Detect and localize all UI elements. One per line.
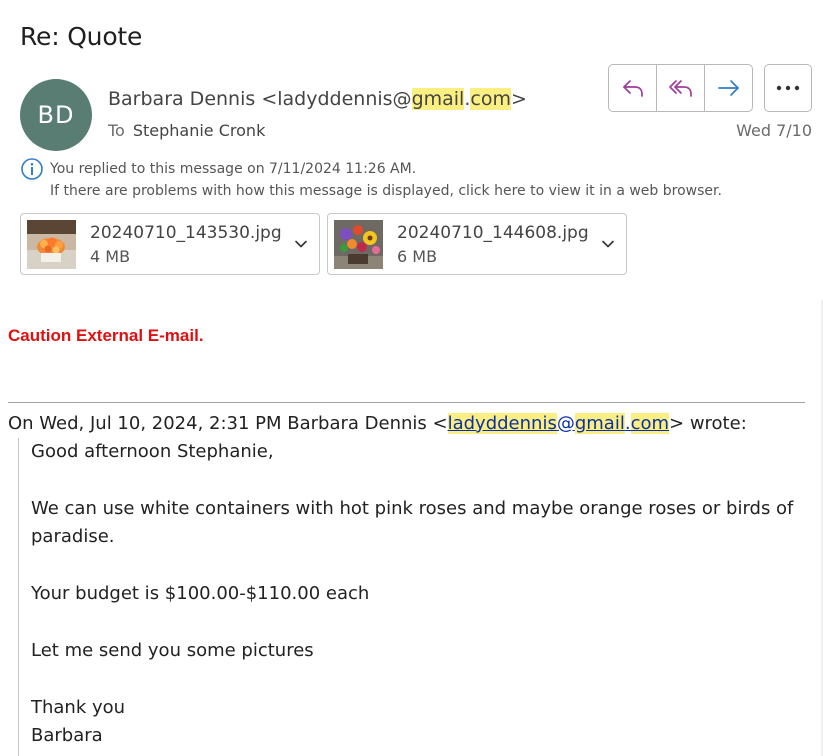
chevron-down-icon[interactable] [600, 236, 616, 252]
attachment-thumbnail [334, 220, 383, 269]
avatar-initials: BD [37, 101, 75, 129]
quote-line: Your budget is $100.00-$110.00 each [31, 583, 370, 604]
sender-email-domain: gmail [411, 88, 465, 110]
quote-attribution-suffix: > wrote: [669, 413, 747, 434]
email-subject: Re: Quote [20, 22, 143, 51]
quote-email-at: @ [556, 413, 575, 434]
sender-line[interactable]: Barbara Dennis <ladyddennis@gmail.com> [108, 88, 527, 110]
quote-line: paradise. [31, 526, 115, 547]
quote-email-dot: . [624, 413, 631, 434]
quote-attribution-prefix: On Wed, Jul 10, 2024, 2:31 PM Barbara De… [8, 413, 448, 434]
quote-bar [18, 438, 19, 756]
reply-actions-group [608, 64, 753, 112]
chevron-down-icon[interactable] [293, 236, 309, 252]
quote-email-tld: com [630, 413, 670, 434]
attachment-filename: 20240710_143530.jpg [90, 223, 282, 243]
sender-avatar[interactable]: BD [20, 79, 92, 151]
recipient-name[interactable]: Stephanie Cronk [133, 121, 265, 140]
attachment-size: 4 MB [90, 247, 131, 266]
forward-button[interactable] [704, 64, 753, 112]
sender-email-user: ladyddennis@ [277, 88, 412, 110]
info-icon [21, 158, 43, 180]
sender-close-bracket: > [510, 88, 527, 110]
attachment-thumbnail [27, 220, 76, 269]
quote-line: We can use white containers with hot pin… [31, 498, 794, 519]
sender-email-tld: com [470, 88, 511, 110]
message-divider [8, 402, 805, 403]
more-icon [776, 85, 800, 91]
caution-banner: Caution External E-mail. [8, 326, 204, 345]
forward-icon [717, 80, 739, 96]
quote-email-user: ladyddennis [447, 413, 557, 434]
attachment-card[interactable]: 20240710_143530.jpg 4 MB [20, 213, 320, 275]
sender-open-bracket: < [255, 88, 278, 110]
attachment-card[interactable]: 20240710_144608.jpg 6 MB [327, 213, 627, 275]
quote-attribution: On Wed, Jul 10, 2024, 2:31 PM Barbara De… [8, 413, 747, 434]
attachment-filename: 20240710_144608.jpg [397, 223, 589, 243]
quote-line: Thank you [31, 697, 126, 718]
reply-button[interactable] [608, 64, 657, 112]
reply-all-button[interactable] [656, 64, 705, 112]
to-label: To [108, 121, 125, 140]
reply-all-icon [668, 80, 692, 97]
sender-name: Barbara Dennis [108, 88, 256, 110]
quote-email-domain: gmail [574, 413, 625, 434]
quote-line: Barbara [31, 725, 103, 746]
quote-line: Let me send you some pictures [31, 640, 314, 661]
quote-email-link[interactable]: ladyddennis@gmail.com [447, 413, 670, 434]
message-date: Wed 7/10 [736, 121, 812, 140]
attachment-size: 6 MB [397, 247, 438, 266]
replied-info-text: You replied to this message on 7/11/2024… [50, 161, 417, 177]
reply-icon [622, 80, 643, 97]
recipient-line: To Stephanie Cronk [108, 121, 265, 140]
view-in-browser-link[interactable]: If there are problems with how this mess… [50, 183, 722, 199]
quote-line: Good afternoon Stephanie, [31, 441, 274, 462]
more-actions-button[interactable] [764, 64, 812, 112]
